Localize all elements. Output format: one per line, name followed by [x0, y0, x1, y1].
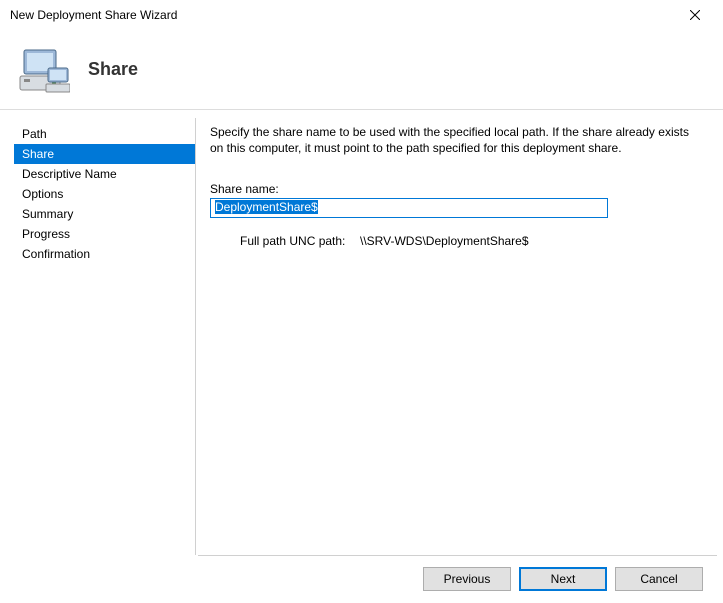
instructions-text: Specify the share name to be used with t…: [210, 124, 705, 156]
share-name-value: DeploymentShare$: [215, 200, 318, 214]
wizard-body: PathShareDescriptive NameOptionsSummaryP…: [0, 110, 723, 555]
sidebar-item-progress[interactable]: Progress: [14, 224, 195, 244]
cancel-button[interactable]: Cancel: [615, 567, 703, 591]
wizard-sidebar: PathShareDescriptive NameOptionsSummaryP…: [0, 110, 195, 555]
page-title: Share: [88, 59, 138, 80]
computer-icon: [18, 46, 70, 94]
unc-path-label: Full path UNC path:: [240, 234, 360, 248]
sidebar-item-share[interactable]: Share: [14, 144, 195, 164]
previous-button[interactable]: Previous: [423, 567, 511, 591]
window-title: New Deployment Share Wizard: [10, 8, 177, 22]
titlebar: New Deployment Share Wizard: [0, 0, 723, 30]
close-button[interactable]: [675, 1, 715, 29]
sidebar-item-path[interactable]: Path: [14, 124, 195, 144]
share-name-input[interactable]: DeploymentShare$: [210, 198, 608, 218]
sidebar-item-options[interactable]: Options: [14, 184, 195, 204]
unc-path-value: \\SRV-WDS\DeploymentShare$: [360, 234, 529, 248]
wizard-footer: Previous Next Cancel: [198, 555, 717, 601]
wizard-content: Specify the share name to be used with t…: [196, 110, 723, 555]
unc-path-row: Full path UNC path: \\SRV-WDS\Deployment…: [210, 234, 705, 248]
sidebar-item-summary[interactable]: Summary: [14, 204, 195, 224]
share-name-label: Share name:: [210, 182, 705, 196]
next-button[interactable]: Next: [519, 567, 607, 591]
sidebar-item-descriptive-name[interactable]: Descriptive Name: [14, 164, 195, 184]
close-icon: [690, 10, 700, 20]
sidebar-item-confirmation[interactable]: Confirmation: [14, 244, 195, 264]
wizard-header: Share: [0, 30, 723, 110]
